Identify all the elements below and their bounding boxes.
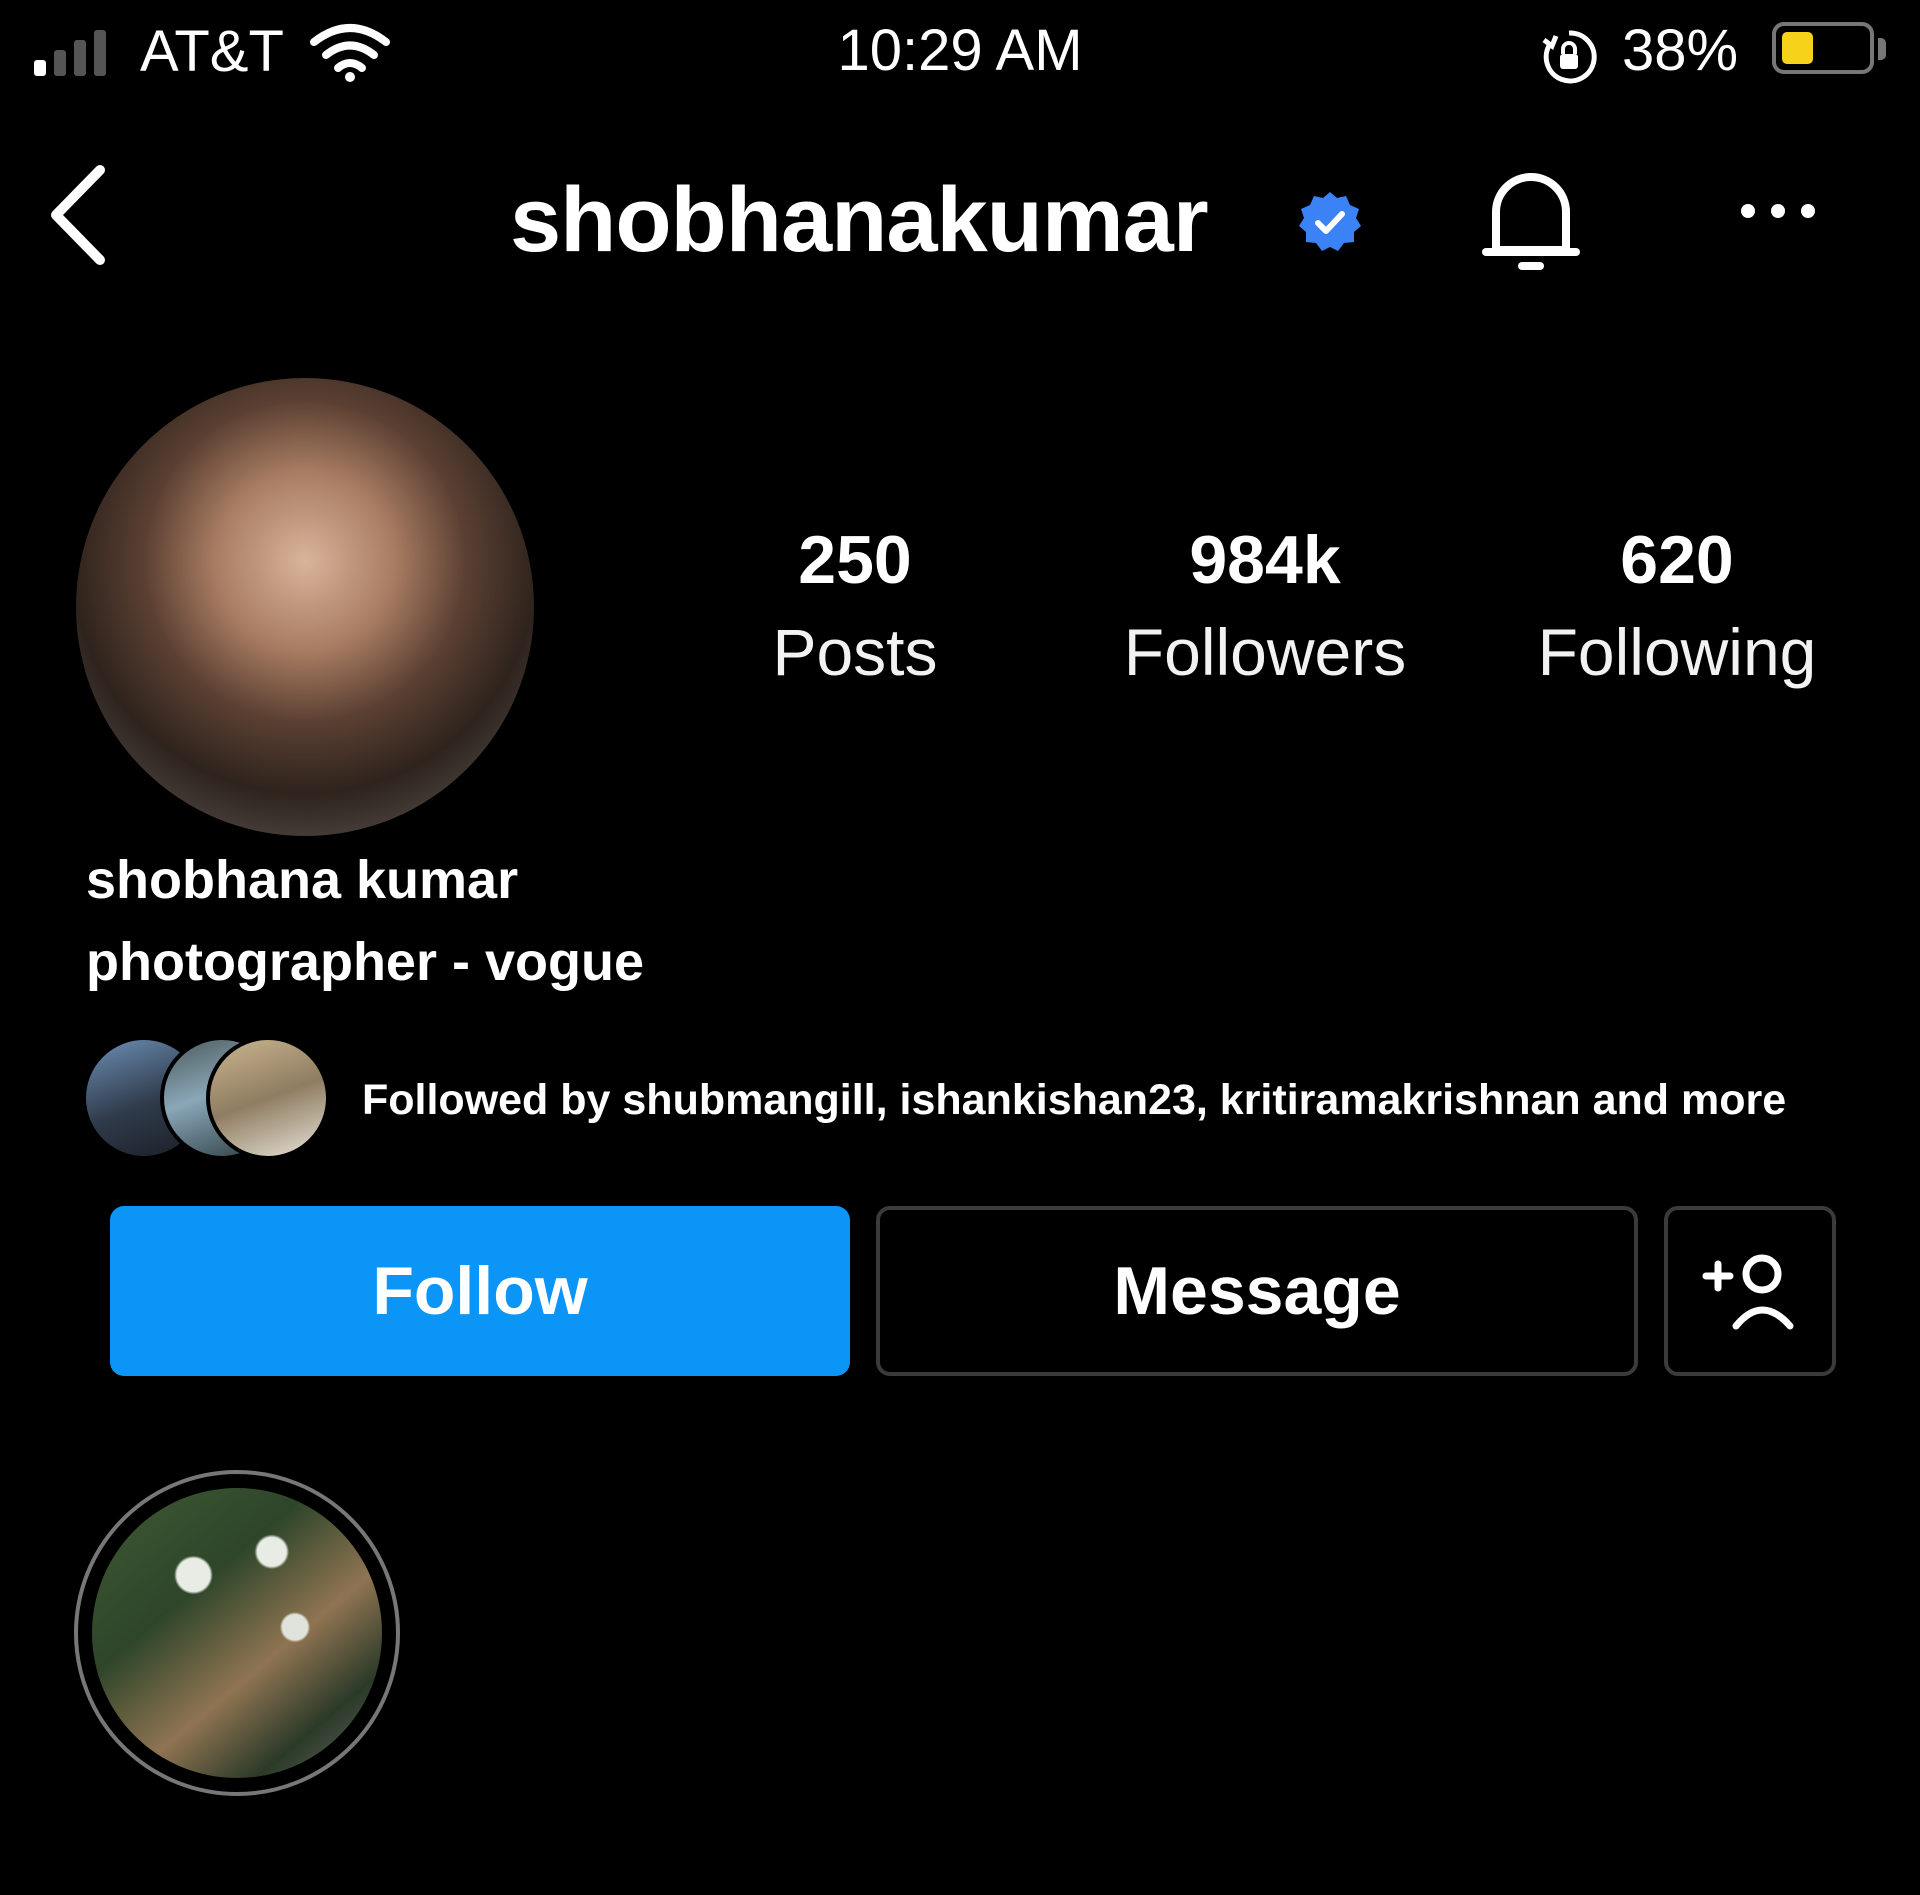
battery-fill bbox=[1782, 32, 1813, 64]
battery-nub bbox=[1878, 38, 1886, 60]
more-options-icon[interactable] bbox=[1736, 196, 1820, 226]
stat-posts[interactable]: 250 Posts bbox=[690, 520, 1020, 692]
followed-by-text[interactable]: Followed by shubmangill, ishankishan23, … bbox=[362, 1072, 1786, 1128]
stat-following[interactable]: 620 Following bbox=[1512, 520, 1842, 692]
story-highlight-image bbox=[92, 1488, 382, 1778]
mutual-follower-avatar[interactable] bbox=[206, 1036, 330, 1160]
stat-followers-label: Followers bbox=[1123, 615, 1407, 689]
battery-percent: 38% bbox=[1622, 18, 1739, 83]
profile-username: shobhanakumar bbox=[510, 169, 1209, 271]
orientation-lock-icon bbox=[1542, 30, 1597, 84]
stat-posts-value: 250 bbox=[798, 522, 912, 598]
battery-icon bbox=[1772, 22, 1874, 74]
follow-button[interactable]: Follow bbox=[110, 1206, 850, 1376]
stat-following-value: 620 bbox=[1620, 522, 1734, 598]
verified-badge-icon bbox=[1299, 192, 1361, 251]
profile-avatar[interactable] bbox=[76, 378, 534, 836]
profile-display-name: shobhana kumar bbox=[86, 850, 519, 910]
stat-posts-label: Posts bbox=[772, 615, 938, 689]
back-arrow-icon[interactable] bbox=[42, 160, 122, 270]
stat-followers[interactable]: 984k Followers bbox=[1100, 520, 1430, 692]
add-user-icon bbox=[1702, 1254, 1794, 1330]
message-button[interactable]: Message bbox=[876, 1206, 1638, 1376]
bell-icon[interactable] bbox=[1476, 160, 1586, 278]
stat-followers-value: 984k bbox=[1189, 522, 1341, 598]
story-highlight[interactable] bbox=[74, 1470, 400, 1796]
suggested-users-button[interactable] bbox=[1664, 1206, 1836, 1376]
stat-following-label: Following bbox=[1537, 615, 1817, 689]
profile-bio: photographer - vogue bbox=[86, 932, 644, 992]
